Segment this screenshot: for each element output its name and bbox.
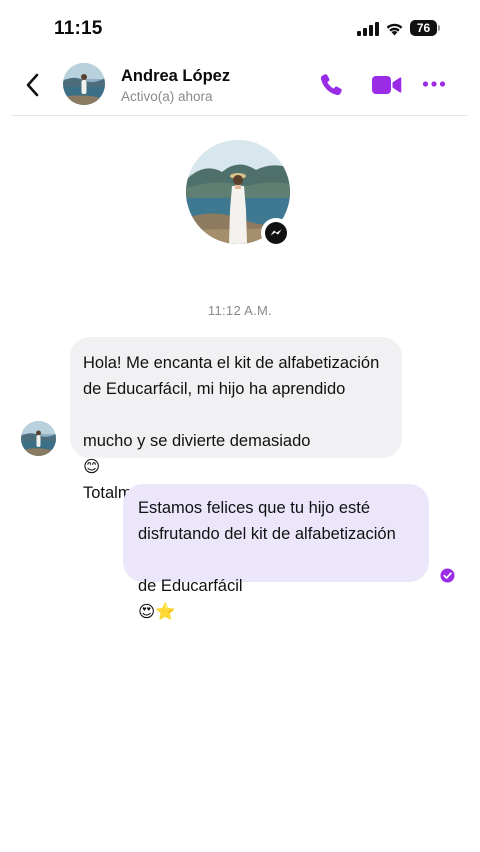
read-check-icon: [440, 568, 455, 583]
signal-icon: [357, 22, 379, 36]
smiling-emoji: 😊: [83, 458, 101, 476]
status-bar: 11:15 76: [0, 0, 480, 58]
phone-icon[interactable]: [318, 72, 344, 98]
battery-tip: [438, 25, 440, 31]
message-line: disfrutando del kit de alfabetización: [138, 525, 396, 543]
video-camera-icon[interactable]: [372, 74, 402, 96]
battery-indicator: 76: [410, 20, 440, 36]
messenger-icon: [265, 222, 287, 244]
outgoing-message-bubble[interactable]: Estamos felices que tu hijo esté disfrut…: [123, 484, 429, 621]
message-line: Estamos felices que tu hijo esté: [138, 499, 371, 517]
sender-avatar[interactable]: [21, 421, 56, 456]
avatar[interactable]: [63, 63, 105, 105]
status-time: 11:15: [54, 18, 103, 39]
chevron-left-icon[interactable]: [22, 72, 44, 98]
contact-status: Activo(a) ahora: [121, 89, 213, 104]
message-line: de Educarfácil, mi hijo ha aprendido: [83, 380, 346, 398]
message-line: mucho y se divierte demasiado 😊: [83, 402, 389, 480]
incoming-message-bubble[interactable]: Hola! Me encanta el kit de alfabetizació…: [70, 337, 402, 502]
heart-eyes-star-emoji: 😍⭐: [138, 603, 176, 621]
message-text: de Educarfácil: [138, 577, 243, 595]
messenger-badge: [261, 218, 291, 248]
message-line: Hola! Me encanta el kit de alfabetizació…: [83, 354, 380, 372]
contact-name: Andrea López: [121, 67, 231, 85]
header-divider: [11, 115, 468, 116]
wifi-icon: [386, 23, 403, 36]
more-dots-icon[interactable]: [422, 80, 446, 88]
message-line: de Educarfácil 😍⭐: [138, 547, 414, 625]
battery-level: 76: [410, 20, 437, 36]
chat-header: Andrea López Activo(a) ahora: [0, 58, 480, 116]
conversation-timestamp: 11:12 A.M.: [207, 303, 273, 318]
message-text: mucho y se divierte demasiado: [83, 432, 311, 450]
